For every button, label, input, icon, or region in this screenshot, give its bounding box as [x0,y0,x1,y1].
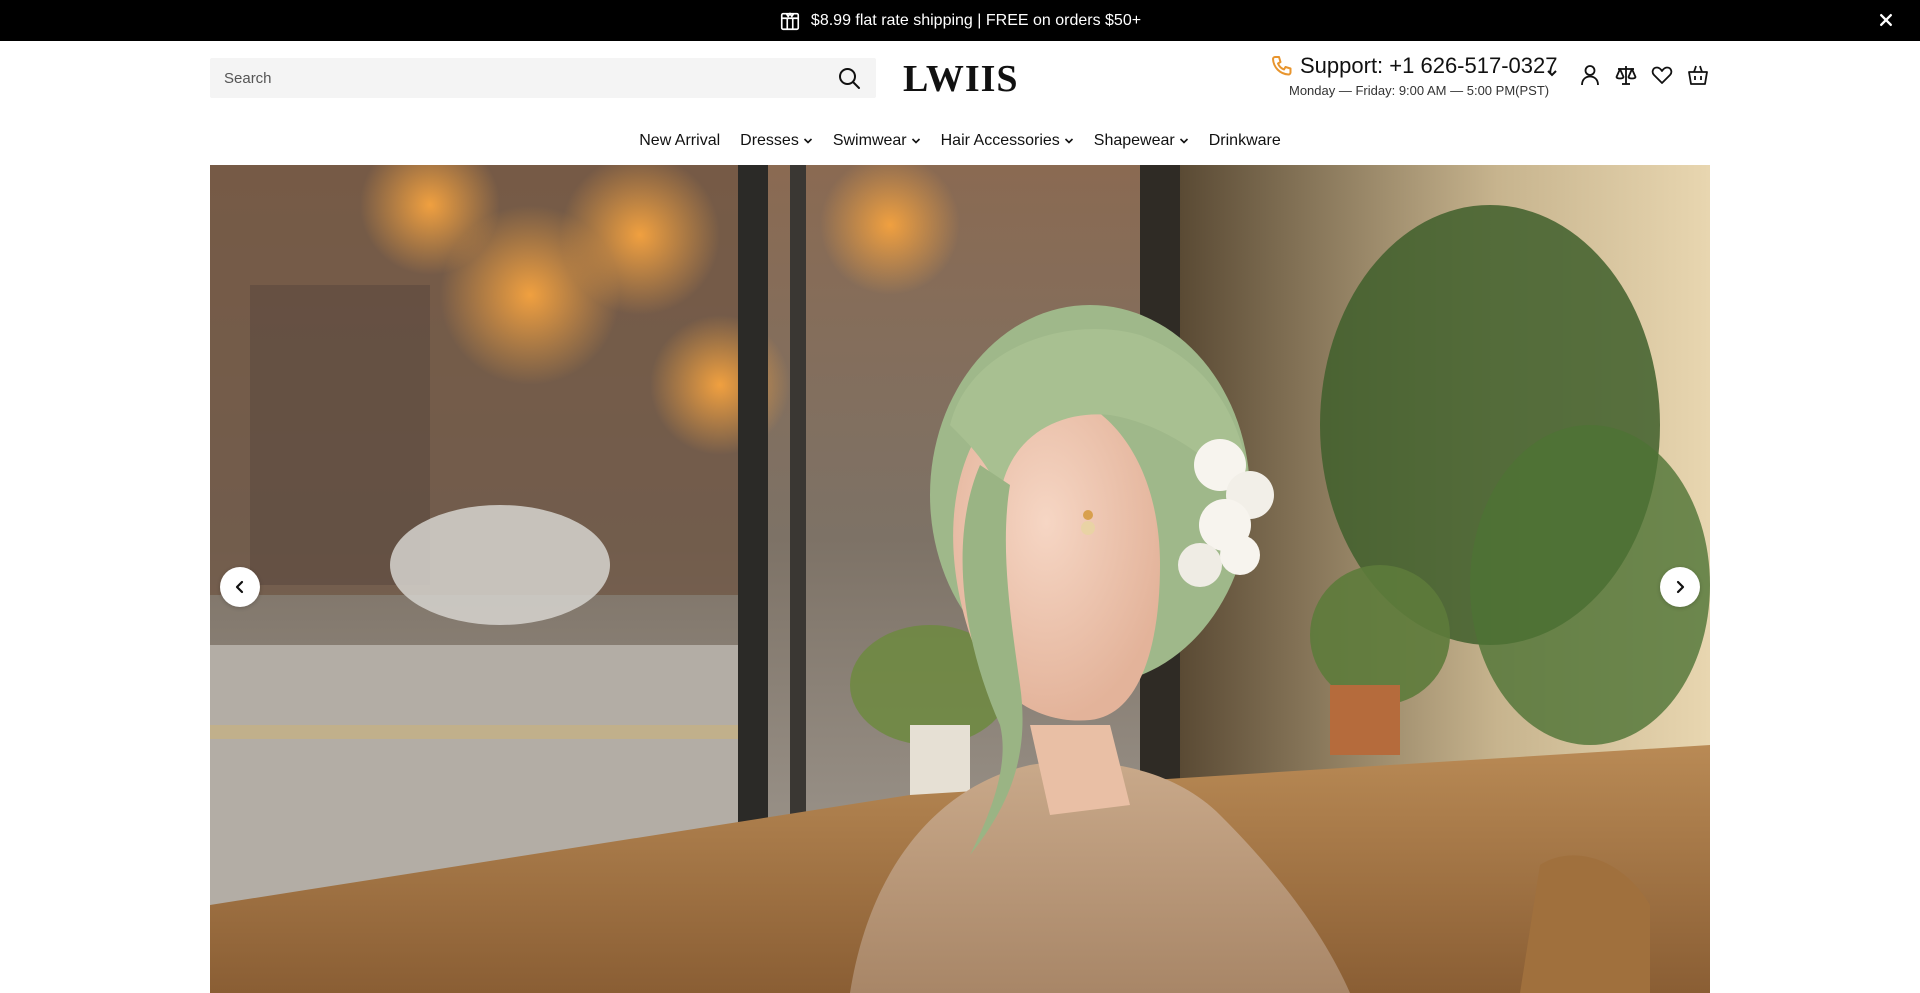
announcement-bar: $8.99 flat rate shipping | FREE on order… [0,0,1920,41]
search-input[interactable] [224,69,836,87]
support-hours: Monday — Friday: 9:00 AM — 5:00 PM(PST) [1289,83,1550,98]
support-phone: Support: +1 626-517-0327 [1300,53,1558,78]
chevron-down-icon[interactable] [1546,67,1558,79]
gift-icon [779,10,801,32]
slideshow-next-button[interactable] [1660,567,1700,607]
search-icon[interactable] [836,65,862,91]
chevron-left-icon [235,580,244,594]
account-icon[interactable] [1578,63,1602,87]
site-header: LWIIS Support: +1 626-517-0327 Monday — … [0,41,1920,165]
support-info[interactable]: Support: +1 626-517-0327 Monday — Friday… [1270,53,1560,98]
nav-item-drinkware[interactable]: Drinkware [1209,132,1281,150]
hero-image [210,165,1710,993]
chevron-down-icon [1179,138,1188,144]
chevron-down-icon [1064,138,1073,144]
chevron-down-icon [911,138,920,144]
slideshow-prev-button[interactable] [220,567,260,607]
nav-item-hair-accessories[interactable]: Hair Accessories [941,132,1074,150]
nav-item-label: Shapewear [1093,132,1175,149]
site-logo[interactable]: LWIIS [903,57,1018,101]
announcement-text: $8.99 flat rate shipping | FREE on order… [810,11,1142,29]
close-icon[interactable] [1876,10,1896,30]
hero-slideshow [210,165,1710,993]
nav-item-label: Drinkware [1208,132,1281,149]
header-icons [1578,63,1710,87]
nav-item-swimwear[interactable]: Swimwear [833,132,921,150]
compare-icon[interactable] [1614,63,1638,87]
nav-item-new-arrival[interactable]: New Arrival [639,132,720,150]
nav-item-label: New Arrival [639,132,721,149]
nav-item-dresses[interactable]: Dresses [740,132,813,150]
cart-icon[interactable] [1686,63,1710,87]
nav-item-label: Swimwear [832,132,907,149]
chevron-down-icon [803,138,812,144]
phone-icon [1270,54,1294,78]
chevron-right-icon [1676,580,1685,594]
main-nav: New Arrival Dresses Swimwear Hair Access… [0,124,1920,158]
nav-item-label: Dresses [740,132,799,149]
search-bar [210,58,876,98]
nav-item-label: Hair Accessories [940,132,1060,149]
wishlist-icon[interactable] [1650,63,1674,87]
nav-item-shapewear[interactable]: Shapewear [1094,132,1189,150]
